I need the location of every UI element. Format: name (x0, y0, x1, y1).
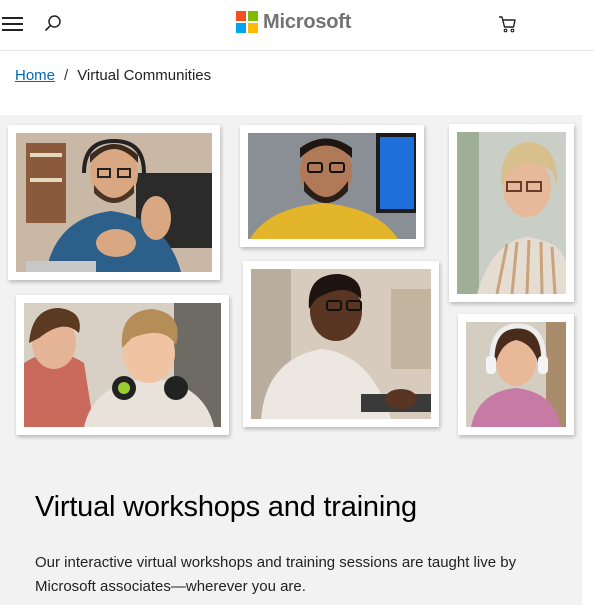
photo-woman-glasses-striped-shirt (449, 124, 574, 302)
search-icon[interactable] (42, 13, 64, 35)
breadcrumb: Home / Virtual Communities (15, 67, 211, 84)
shopping-cart-icon[interactable] (498, 14, 518, 34)
breadcrumb-home-link[interactable]: Home (15, 67, 55, 84)
hero-section: Virtual workshops and training Our inter… (0, 115, 582, 605)
site-header: Microsoft (0, 0, 594, 51)
microsoft-logo-icon (236, 11, 258, 33)
logo-text: Microsoft (263, 10, 352, 33)
photo-girl-headphones-writing (458, 314, 574, 435)
section-description: Our interactive virtual workshops and tr… (35, 554, 517, 595)
microsoft-logo[interactable]: Microsoft (236, 10, 351, 34)
breadcrumb-separator: / (64, 67, 69, 84)
photo-man-glasses-yellow-shirt (240, 125, 424, 247)
photo-woman-laptop-smiling (243, 261, 439, 427)
photo-teens-laughing-headphones (16, 295, 229, 435)
breadcrumb-current: Virtual Communities (77, 67, 212, 84)
hamburger-menu-icon[interactable] (2, 14, 24, 32)
photo-man-headset-gesturing (8, 125, 220, 280)
section-title: Virtual workshops and training (35, 491, 417, 523)
